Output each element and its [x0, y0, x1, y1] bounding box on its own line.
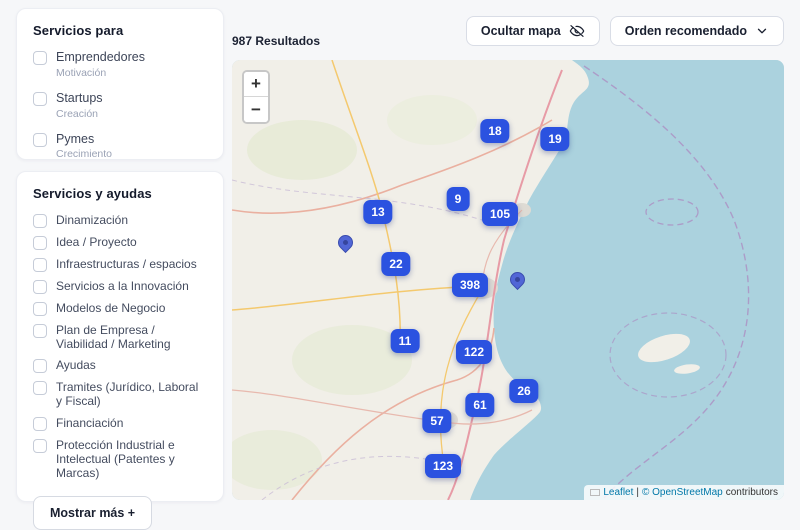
checkbox-startups[interactable] — [33, 92, 47, 106]
map-pin[interactable] — [507, 269, 528, 290]
results-count: 987 Resultados — [232, 34, 320, 48]
map-cluster[interactable]: 9 — [447, 187, 470, 211]
filter-label: Pymes — [56, 132, 112, 147]
show-more-button[interactable]: Mostrar más + — [33, 496, 152, 530]
filter-modelos-negocio[interactable]: Modelos de Negocio — [33, 301, 207, 316]
checkbox-servicios-innovacion[interactable] — [33, 280, 47, 294]
map-cluster[interactable]: 19 — [540, 127, 569, 151]
filter-label: Startups — [56, 91, 103, 106]
filter-label: Dinamización — [56, 213, 128, 227]
map-cluster[interactable]: 122 — [456, 340, 492, 364]
map-cluster[interactable]: 123 — [425, 454, 461, 478]
panel-title: Servicios y ayudas — [33, 186, 207, 201]
filter-financiacion[interactable]: Financiación — [33, 416, 207, 431]
filter-label: Plan de Empresa / Viabilidad / Marketing — [56, 323, 207, 351]
filter-idea-proyecto[interactable]: Idea / Proyecto — [33, 235, 207, 250]
filter-label: Idea / Proyecto — [56, 235, 137, 249]
eye-off-icon — [569, 23, 585, 39]
hide-map-button[interactable]: Ocultar mapa — [466, 16, 600, 46]
sort-label: Orden recomendado — [625, 24, 747, 38]
filter-label: Servicios a la Innovación — [56, 279, 189, 293]
filter-label: Tramites (Jurídico, Laboral y Fiscal) — [56, 380, 207, 408]
map-cluster[interactable]: 11 — [391, 329, 420, 353]
checkbox-emprendedores[interactable] — [33, 51, 47, 65]
map-cluster[interactable]: 22 — [381, 252, 410, 276]
filter-pymes[interactable]: Pymes Crecimiento — [33, 132, 207, 161]
hide-map-label: Ocultar mapa — [481, 24, 561, 38]
zoom-in-button[interactable]: + — [244, 72, 268, 97]
filter-label: Modelos de Negocio — [56, 301, 165, 315]
filter-dinamizacion[interactable]: Dinamización — [33, 213, 207, 228]
map-canvas[interactable]: 18 19 9 105 13 22 398 11 122 26 61 57 123 + − Leafle… — [232, 60, 784, 500]
checkbox-dinamizacion[interactable] — [33, 214, 47, 228]
ukraine-flag-icon — [590, 489, 600, 496]
checkbox-financiacion[interactable] — [33, 417, 47, 431]
filter-sublabel: Crecimiento — [56, 148, 112, 160]
filter-sublabel: Motivación — [56, 67, 145, 79]
checkbox-tramites[interactable] — [33, 381, 47, 395]
checkbox-proteccion-industrial[interactable] — [33, 439, 47, 453]
filter-tramites[interactable]: Tramites (Jurídico, Laboral y Fiscal) — [33, 380, 207, 408]
filter-emprendedores[interactable]: Emprendedores Motivación — [33, 50, 207, 79]
filter-label: Financiación — [56, 416, 123, 430]
checkbox-idea-proyecto[interactable] — [33, 236, 47, 250]
map-cluster[interactable]: 105 — [482, 202, 518, 226]
filter-label: Infraestructuras / espacios — [56, 257, 197, 271]
map-pin[interactable] — [335, 232, 356, 253]
sort-dropdown[interactable]: Orden recomendado — [610, 16, 784, 46]
checkbox-pymes[interactable] — [33, 133, 47, 147]
filter-label: Ayudas — [56, 358, 96, 372]
filter-infraestructuras[interactable]: Infraestructuras / espacios — [33, 257, 207, 272]
map-cluster[interactable]: 13 — [363, 200, 392, 224]
filter-servicios-innovacion[interactable]: Servicios a la Innovación — [33, 279, 207, 294]
checkbox-infraestructuras[interactable] — [33, 258, 47, 272]
map-cluster[interactable]: 61 — [465, 393, 494, 417]
osm-link[interactable]: © OpenStreetMap — [642, 487, 723, 498]
map-cluster[interactable]: 57 — [422, 409, 451, 433]
attribution-separator: | — [636, 487, 639, 498]
filter-panel-services-for: Servicios para Emprendedores Motivación … — [16, 8, 224, 160]
filter-label: Protección Industrial e Intelectual (Pat… — [56, 438, 207, 480]
filter-startups[interactable]: Startups Creación — [33, 91, 207, 120]
map-cluster[interactable]: 26 — [509, 379, 538, 403]
filter-ayudas[interactable]: Ayudas — [33, 358, 207, 373]
map-marker-layer: 18 19 9 105 13 22 398 11 122 26 61 57 123 — [232, 60, 784, 500]
results-header: 987 Resultados Ocultar mapa Orden recome… — [232, 16, 784, 48]
attribution-contributors: contributors — [726, 487, 778, 498]
filter-proteccion-industrial[interactable]: Protección Industrial e Intelectual (Pat… — [33, 438, 207, 480]
filter-label: Emprendedores — [56, 50, 145, 65]
map-cluster[interactable]: 18 — [480, 119, 509, 143]
map-zoom-control: + − — [242, 70, 270, 124]
checkbox-modelos-negocio[interactable] — [33, 302, 47, 316]
leaflet-link[interactable]: Leaflet — [603, 487, 633, 498]
chevron-down-icon — [755, 24, 769, 38]
filter-panel-services-aids: Servicios y ayudas Dinamización Idea / P… — [16, 171, 224, 502]
map-cluster[interactable]: 398 — [452, 273, 488, 297]
panel-title: Servicios para — [33, 23, 207, 38]
zoom-out-button[interactable]: − — [244, 97, 268, 122]
filter-plan-empresa[interactable]: Plan de Empresa / Viabilidad / Marketing — [33, 323, 207, 351]
filter-sublabel: Creación — [56, 108, 103, 120]
checkbox-plan-empresa[interactable] — [33, 324, 47, 338]
map-attribution: Leaflet | © OpenStreetMap contributors — [584, 485, 784, 500]
checkbox-ayudas[interactable] — [33, 359, 47, 373]
